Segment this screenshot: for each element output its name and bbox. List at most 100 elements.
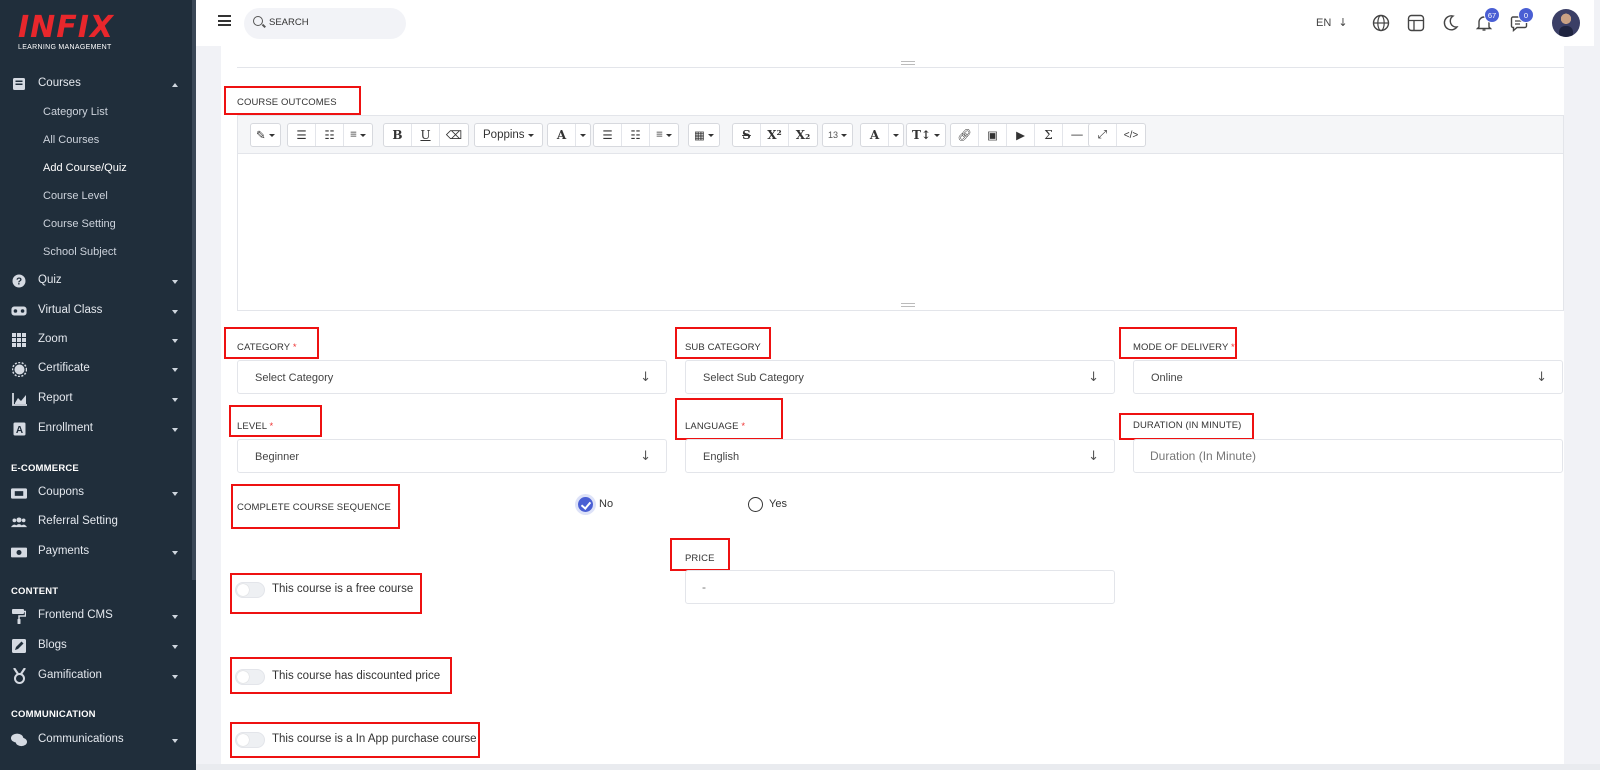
sidebar-item-report[interactable]: Report [0,385,192,413]
unordered-list-icon[interactable]: ☰ [594,124,622,146]
chevron-down-icon [172,310,178,314]
level-select[interactable]: Beginner ↓ [237,439,667,473]
sidebar-subitem-course-setting[interactable]: Course Setting [43,218,116,230]
highlight-color-icon[interactable]: A [861,124,889,146]
chevron-down-icon[interactable] [889,124,903,146]
svg-text:A: A [15,425,22,436]
font-size-value: 13 [828,130,839,140]
hamburger-menu-icon[interactable] [218,15,231,26]
sidebar-item-label: Zoom [38,333,68,345]
in-app-purchase-toggle[interactable] [235,732,265,748]
sidebar-subitem-course-level[interactable]: Course Level [43,190,108,202]
sidebar-item-certificate[interactable]: Certificate [0,355,192,383]
fullscreen-icon[interactable]: ⤢ [1089,124,1117,146]
user-avatar[interactable] [1552,9,1580,37]
strikethrough-icon[interactable]: S [733,124,761,146]
layout-icon[interactable] [1407,14,1425,32]
video-icon[interactable]: ▶ [1007,124,1035,146]
duration-input[interactable] [1150,449,1514,463]
sidebar-item-referral-setting[interactable]: Referral Setting [0,508,192,536]
toolbar-group-highlight: A [860,123,904,147]
ordered-list-icon[interactable]: ☷ [316,124,344,146]
sidebar-item-payments[interactable]: Payments [0,538,192,566]
sequence-no-label: No [599,498,614,510]
course-outcomes-editor[interactable]: ✎ ☰ ☷ ≡ B U ⌫ Poppins A ☰ ☷ ≡ ▦ S X² X₂ … [237,115,1564,311]
sidebar-item-frontend-cms[interactable]: Frontend CMS [0,602,192,630]
underline-icon[interactable]: U [412,124,440,146]
chevron-down-icon[interactable] [576,124,590,146]
font-color-icon[interactable]: A [548,124,576,146]
duration-field[interactable] [1133,439,1563,473]
sidebar-subitem-school-subject[interactable]: School Subject [43,246,116,258]
search-box[interactable] [244,8,406,39]
sidebar-item-quiz[interactable]: ? Quiz [0,267,192,295]
toolbar-group-format: B U ⌫ [383,123,469,147]
sequence-yes-radio[interactable] [748,497,763,512]
superscript-icon[interactable]: X² [761,124,789,146]
sidebar-item-courses[interactable]: Courses [0,70,192,98]
sidebar-subitem-category-list[interactable]: Category List [43,106,108,118]
language-select[interactable]: English ↓ [685,439,1115,473]
toolbar-group-size: 13 [822,123,854,147]
money-icon [11,544,27,560]
language-selector[interactable]: EN ↓ [1316,16,1348,29]
horizontal-rule-icon[interactable]: — [1063,124,1091,146]
sidebar-item-label: Communications [38,733,124,745]
course-outcomes-label: COURSE OUTCOMES [237,97,337,108]
math-sigma-icon[interactable]: Σ [1035,124,1063,146]
price-input[interactable] [702,580,1066,594]
code-view-icon[interactable]: </> [1117,124,1145,146]
free-course-toggle[interactable] [235,582,265,598]
sub-category-select[interactable]: Select Sub Category ↓ [685,360,1115,394]
chevron-down-icon [172,551,178,555]
search-icon [253,16,263,26]
image-icon[interactable]: ▣ [979,124,1007,146]
font-size-select[interactable]: 13 [823,124,852,146]
align-icon[interactable]: ≡ [344,124,372,146]
mode-of-delivery-select[interactable]: Online ↓ [1133,360,1563,394]
top-header: EN ↓ 67 0 [196,0,1600,46]
sidebar-item-gamification[interactable]: Gamification [0,662,192,690]
magic-wand-icon[interactable]: ✎ [251,124,280,146]
sidebar-item-communications[interactable]: Communications [0,726,192,754]
link-icon[interactable]: 🔗︎ [951,124,979,146]
sidebar-subitem-all-courses[interactable]: All Courses [43,134,99,146]
table-icon[interactable]: ▦ [689,124,719,146]
category-label-text: CATEGORY [237,342,291,353]
section-heading-content: CONTENT [11,586,59,597]
discounted-price-toggle[interactable] [235,669,265,685]
sidebar-scrollbar[interactable] [192,0,196,580]
price-field[interactable] [685,570,1115,604]
sidebar-item-label: Frontend CMS [38,609,113,621]
sidebar-item-coupons[interactable]: Coupons [0,479,192,507]
category-select[interactable]: Select Category ↓ [237,360,667,394]
sidebar-item-zoom[interactable]: Zoom [0,326,192,354]
sidebar-item-enrollment[interactable]: A Enrollment [0,415,192,443]
search-input[interactable] [269,17,399,28]
ordered-list-icon[interactable]: ☷ [622,124,650,146]
page-scrollbar[interactable] [1594,0,1600,770]
line-height-icon[interactable]: T↕ [907,124,945,146]
globe-icon[interactable] [1372,14,1390,32]
brand-logo[interactable]: INFIX LEARNING MANAGEMENT [18,12,114,52]
unordered-list-icon[interactable]: ☰ [288,124,316,146]
sidebar-item-label: Report [38,392,73,404]
resize-grip-icon[interactable] [900,61,915,65]
category-label: CATEGORY * [237,342,297,353]
toolbar-group-lists-2: ☰ ☷ ≡ [593,123,679,147]
section-heading-communication: COMMUNICATION [11,709,96,720]
mode-of-delivery-value: Online [1151,372,1183,384]
sidebar-item-virtual-class[interactable]: Virtual Class [0,297,192,325]
bold-icon[interactable]: B [384,124,412,146]
sidebar-subitem-add-course[interactable]: Add Course/Quiz [43,162,127,174]
align-icon[interactable]: ≡ [650,124,678,146]
sidebar-item-blogs[interactable]: Blogs [0,632,192,660]
moon-icon[interactable] [1441,14,1459,32]
sequence-no-radio[interactable] [578,497,593,512]
subscript-icon[interactable]: X₂ [789,124,817,146]
font-family-select[interactable]: Poppins [475,124,542,146]
sidebar-item-label: Referral Setting [38,515,118,527]
resize-grip-icon[interactable] [900,303,915,307]
eraser-icon[interactable]: ⌫ [440,124,468,146]
mode-of-delivery-label-text: MODE OF DELIVERY [1133,342,1229,353]
